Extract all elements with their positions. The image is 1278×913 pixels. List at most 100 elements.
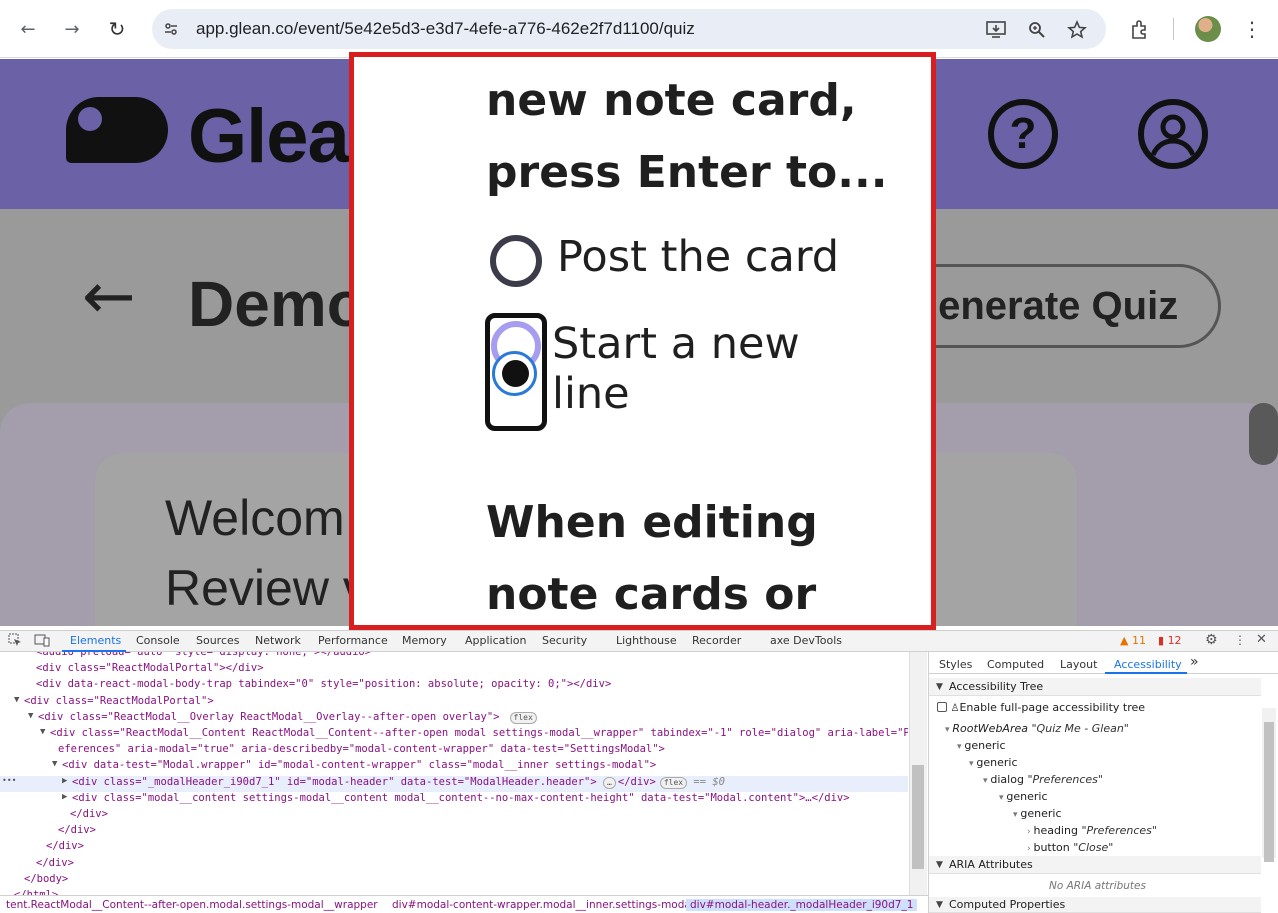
a11y-node[interactable]: ▾ generic xyxy=(957,739,1006,752)
tab-lighthouse[interactable]: Lighthouse xyxy=(616,634,677,647)
tab-recorder[interactable]: Recorder xyxy=(692,634,741,647)
more-tabs-icon[interactable]: » xyxy=(1190,654,1199,670)
tab-performance[interactable]: Performance xyxy=(318,634,388,647)
breadcrumb-item[interactable]: div#modal-content-wrapper.modal__inner.s… xyxy=(392,899,694,911)
a11y-role: heading xyxy=(1033,824,1082,837)
flex-badge[interactable]: flex xyxy=(659,776,688,789)
settings-gear-icon[interactable]: ⚙ xyxy=(1205,632,1218,648)
dom-node-selected[interactable]: ••• ▶ <div class="_modalHeader_i90d7_1" id… xyxy=(0,775,908,792)
tab-sources[interactable]: Sources xyxy=(196,634,240,647)
section-aria-attributes[interactable]: ▼ ARIA Attributes xyxy=(929,856,1261,874)
glean-logo-icon[interactable] xyxy=(66,97,168,163)
tab-console[interactable]: Console xyxy=(136,634,180,647)
review-text: Review v xyxy=(165,560,368,616)
devtools-tabbar: Elements Console Sources Network Perform… xyxy=(0,631,1278,652)
dom-node-markup: <div class="ReactModalPortal"> xyxy=(24,694,214,707)
enable-full-page-row[interactable]: ♙Enable full-page accessibility tree xyxy=(937,701,1145,714)
account-icon[interactable] xyxy=(1138,99,1208,169)
modal-text-line: When editing xyxy=(486,497,818,548)
close-devtools-icon[interactable]: ✕ xyxy=(1256,632,1267,647)
tab-styles[interactable]: Styles xyxy=(939,658,972,671)
a11y-node[interactable]: › button "Close" xyxy=(1027,841,1113,854)
tab-axe-devtools[interactable]: axe DevTools xyxy=(770,634,842,647)
node-badges: … </div> flex == $0 xyxy=(603,776,725,789)
section-computed-properties[interactable]: ▼ Computed Properties xyxy=(929,897,1261,913)
devtools-panel: Elements Console Sources Network Perform… xyxy=(0,630,1278,913)
tab-layout[interactable]: Layout xyxy=(1060,658,1097,671)
more-options-icon[interactable]: ⋮ xyxy=(1234,633,1246,647)
device-toolbar-icon[interactable] xyxy=(34,633,50,650)
modal-text-line: note cards or xyxy=(486,569,817,620)
address-bar[interactable]: app.glean.co/event/5e42e5d3-e3d7-4efe-a7… xyxy=(152,9,1106,49)
dom-node-markup: <div class="ReactModal__Overlay ReactMod… xyxy=(38,710,500,723)
flex-badge[interactable]: flex xyxy=(509,711,537,724)
back-arrow-icon[interactable]: ← xyxy=(82,265,136,329)
toolbar-separator xyxy=(1173,18,1174,40)
extensions-icon[interactable] xyxy=(1129,18,1153,42)
welcome-heading: Welcom xyxy=(165,490,345,546)
expand-toggle-icon[interactable]: ▶ xyxy=(62,792,67,802)
tab-network[interactable]: Network xyxy=(255,634,301,647)
collapsed-children-icon[interactable]: … xyxy=(603,776,616,789)
a11y-node[interactable]: ▾ generic xyxy=(969,756,1018,769)
checkbox[interactable] xyxy=(937,702,947,712)
expand-toggle-icon[interactable]: ▼ xyxy=(28,711,33,721)
warnings-badge[interactable]: ▲ 11 xyxy=(1120,634,1146,647)
site-info-icon[interactable] xyxy=(160,18,182,40)
section-accessibility-tree[interactable]: ▼ Accessibility Tree xyxy=(929,678,1261,696)
expand-toggle-icon[interactable]: ▶ xyxy=(62,776,67,786)
option-new-line-label[interactable]: Start a new xyxy=(552,319,800,369)
expand-toggle-icon[interactable]: ▼ xyxy=(52,759,57,769)
url-text[interactable]: app.glean.co/event/5e42e5d3-e3d7-4efe-a7… xyxy=(196,19,695,39)
a11y-node[interactable]: ▾ RootWebArea "Quiz Me - Glean" xyxy=(945,722,1129,735)
browser-menu-icon[interactable]: ⋮ xyxy=(1236,13,1268,45)
closing-tag: </div> xyxy=(617,775,656,788)
dom-node-markup: </div> xyxy=(70,808,108,820)
dom-node-markup: eferences" aria-modal="true" aria-descri… xyxy=(58,743,665,756)
tab-computed[interactable]: Computed xyxy=(987,658,1044,671)
forward-icon[interactable]: → xyxy=(56,13,88,45)
dom-node-markup: <div class="ReactModalPortal"></div> xyxy=(36,662,264,675)
page-scrollbar[interactable] xyxy=(1249,403,1278,465)
a11y-node[interactable]: ▾ generic xyxy=(1013,807,1062,820)
a11y-node[interactable]: ▾ generic xyxy=(999,790,1048,803)
node-actions-icon[interactable]: ••• xyxy=(2,776,16,785)
install-app-icon[interactable] xyxy=(984,18,1008,42)
radio-post-card[interactable] xyxy=(490,235,542,287)
checkbox-label: Enable full-page accessibility tree xyxy=(959,701,1146,714)
issues-badge[interactable]: ▮ 12 xyxy=(1158,634,1182,647)
brand-name[interactable]: Glea xyxy=(188,93,350,180)
dom-node-markup: </div> xyxy=(58,824,96,837)
browser-toolbar: ← → ↻ app.glean.co/event/5e42e5d3-e3d7-4… xyxy=(0,0,1278,58)
issue-flag-icon: ▮ xyxy=(1158,634,1165,647)
sidebar-tabs: Styles Computed Layout Accessibility » xyxy=(929,652,1278,674)
tab-elements[interactable]: Elements xyxy=(70,634,121,647)
back-icon[interactable]: ← xyxy=(12,13,44,45)
tab-application[interactable]: Application xyxy=(465,634,526,647)
dom-node-markup: <div class="modal__content settings-moda… xyxy=(72,791,850,804)
a11y-node[interactable]: › heading "Preferences" xyxy=(1027,824,1157,837)
expand-toggle-icon[interactable]: ▼ xyxy=(40,727,45,737)
zoom-icon[interactable] xyxy=(1025,18,1049,42)
elements-scroll-thumb[interactable] xyxy=(912,765,924,869)
tab-memory[interactable]: Memory xyxy=(402,634,447,647)
breadcrumb-item[interactable]: tent.ReactModal__Content--after-open.mod… xyxy=(6,899,378,911)
bookmark-star-icon[interactable] xyxy=(1065,18,1089,42)
breadcrumb-item-selected[interactable]: div#modal-header._modalHeader_i90d7_1 xyxy=(686,899,918,911)
dom-node-markup: <div data-test="Modal.wrapper" id="modal… xyxy=(62,759,657,772)
inspect-element-icon[interactable] xyxy=(8,633,22,650)
reload-icon[interactable]: ↻ xyxy=(101,13,133,45)
tab-security[interactable]: Security xyxy=(542,634,587,647)
expand-toggle-icon[interactable]: ▼ xyxy=(14,695,19,705)
profile-avatar[interactable] xyxy=(1195,16,1221,42)
sidebar-scroll-thumb[interactable] xyxy=(1264,722,1274,862)
a11y-role: dialog xyxy=(990,773,1028,786)
dom-node-markup: </body> xyxy=(24,872,69,885)
active-side-tab-indicator xyxy=(1105,672,1187,674)
modal-text-line: press Enter to... xyxy=(486,147,888,198)
tab-accessibility[interactable]: Accessibility xyxy=(1114,658,1182,671)
help-icon[interactable]: ? xyxy=(988,99,1058,169)
option-post-card-label[interactable]: Post the card xyxy=(557,232,839,282)
option-new-line-label[interactable]: line xyxy=(552,369,630,419)
a11y-node[interactable]: ▾ dialog "Preferences" xyxy=(983,773,1103,786)
